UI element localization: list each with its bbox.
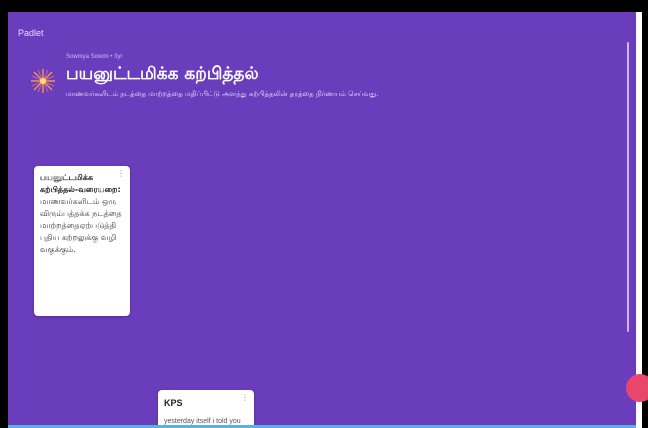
post-body: மாணவர்களிடம் ஒரு விரும்பத்தக்க நடத்தை மா… — [40, 197, 122, 254]
padlet-board: Padlet Sowmya Sowmi • 3yr பயனுட்டமிக்க க… — [8, 12, 636, 426]
post-heading: பயனுட்டமிக்க கற்பித்தல்-வரையறை: — [40, 173, 121, 194]
left-border — [0, 12, 8, 428]
screen: Padlet Sowmya Sowmi • 3yr பயனுட்டமிக்க க… — [0, 0, 648, 428]
scrollbar-thumb[interactable] — [627, 42, 629, 332]
board-title: பயனுட்டமிக்க கற்பித்தல் — [66, 64, 259, 84]
post-body: yesterday itself i told you — [164, 418, 241, 425]
more-vert-icon[interactable]: ⋮ — [241, 393, 249, 402]
brand-logo[interactable]: Padlet — [18, 28, 44, 38]
board-meta: Sowmya Sowmi • 3yr — [66, 54, 123, 60]
right-border — [642, 12, 648, 428]
post-content: பயனுட்டமிக்க கற்பித்தல்-வரையறை: மாணவர்கள… — [40, 172, 124, 256]
board-description: மாணவர்களிடம் நடத்தை மாற்றத்தை மதிப்பிட்ட… — [66, 90, 379, 98]
post-title: KPS — [164, 398, 183, 408]
post-card[interactable]: ⋮ KPS yesterday itself i told you — [158, 390, 254, 426]
top-border — [0, 0, 648, 12]
sun-burst-icon — [31, 69, 55, 93]
add-post-button[interactable] — [626, 374, 648, 402]
post-card[interactable]: ⋮ பயனுட்டமிக்க கற்பித்தல்-வரையறை: மாணவர்… — [34, 166, 130, 316]
